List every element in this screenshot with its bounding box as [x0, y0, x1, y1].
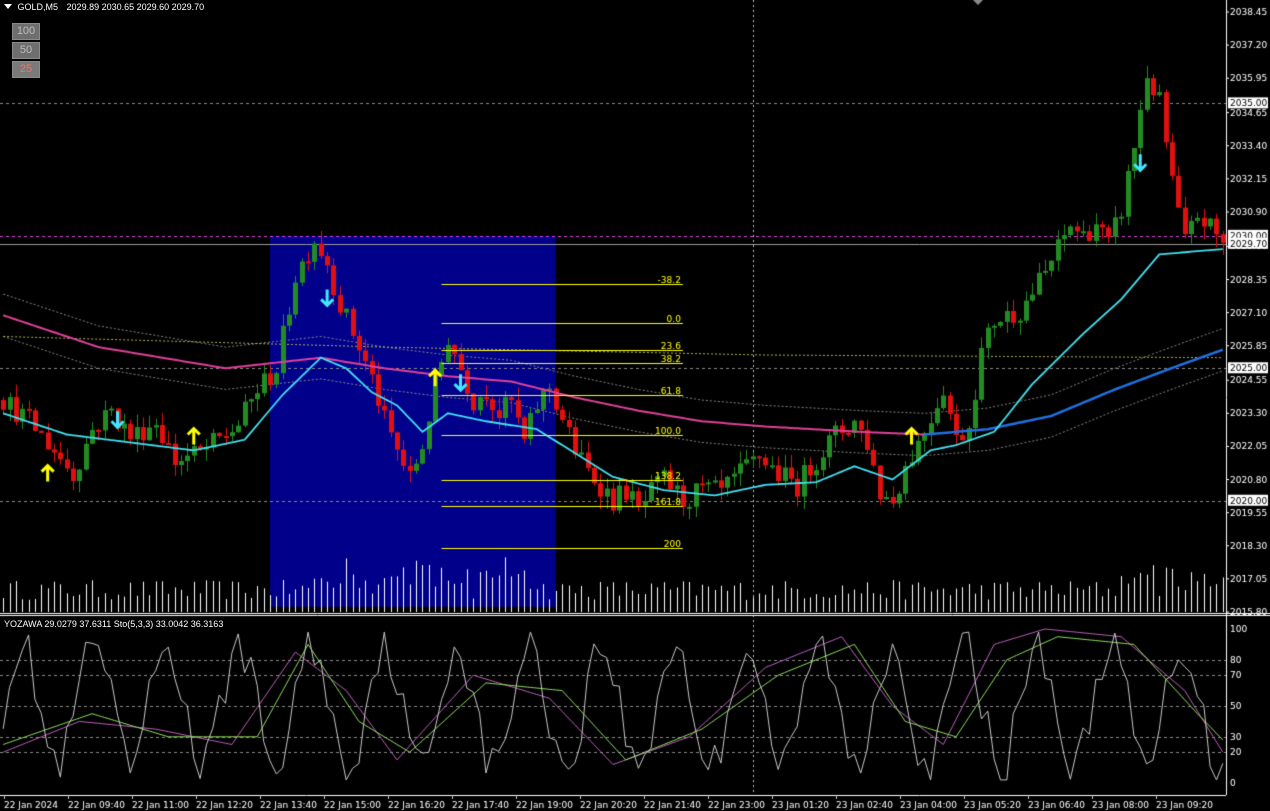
zoom-50-button[interactable]: 50: [12, 42, 40, 59]
zoom-25-button[interactable]: 25: [12, 61, 40, 78]
zoom-100-button[interactable]: 100: [12, 23, 40, 40]
dropdown-triangle-icon[interactable]: [4, 4, 12, 9]
price-chart-canvas[interactable]: [0, 0, 1270, 811]
oscillator-label: YOZAWA 29.0279 37.6311 Sto(5,3,3) 33.004…: [4, 619, 224, 629]
chart-header: GOLD,M5 2029.89 2030.65 2029.60 2029.70: [4, 2, 204, 12]
ohlc-readout: 2029.89 2030.65 2029.60 2029.70: [66, 2, 205, 12]
symbol-label: GOLD,M5: [17, 2, 59, 12]
